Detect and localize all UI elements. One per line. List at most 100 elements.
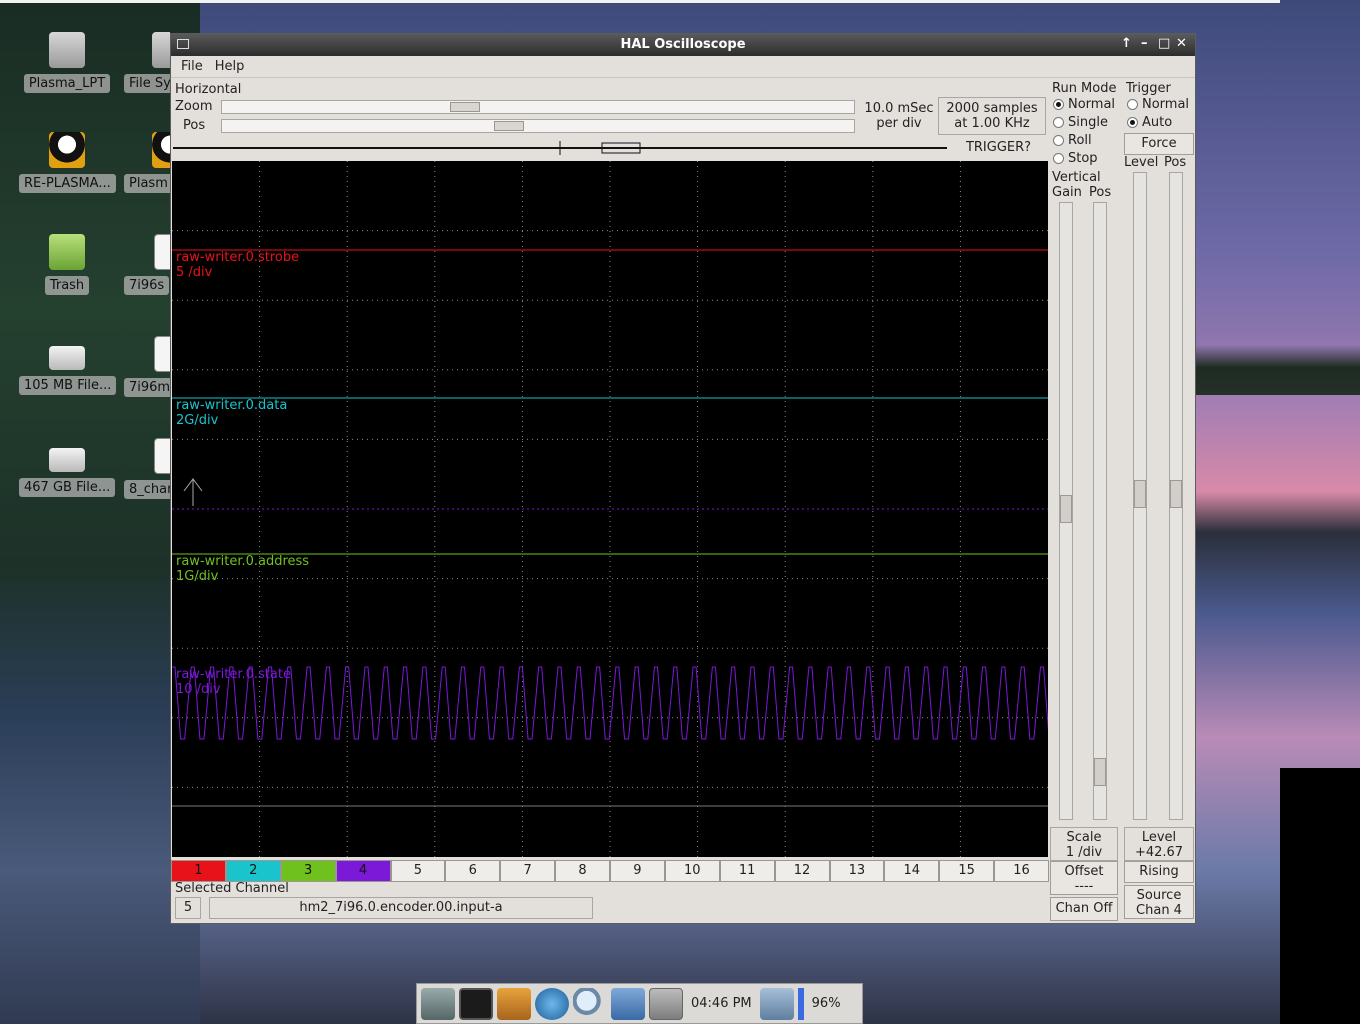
trigger-pos-slider[interactable] bbox=[1169, 172, 1183, 820]
channel-button-6[interactable]: 6 bbox=[445, 860, 501, 882]
radio-dot-icon bbox=[1053, 153, 1064, 164]
vertical-offset-button[interactable]: Offset ---- bbox=[1050, 861, 1118, 895]
scope-display[interactable]: raw-writer.0.strobe 5 /div raw-writer.0.… bbox=[172, 161, 1048, 857]
channel-button-1[interactable]: 1 bbox=[171, 860, 226, 882]
chan-off-button[interactable]: Chan Off bbox=[1050, 897, 1118, 921]
radio-dot-icon bbox=[1053, 99, 1064, 110]
desktop-icon-label: Plasma_LPT bbox=[23, 74, 111, 93]
channel-button-10[interactable]: 10 bbox=[664, 860, 720, 882]
trace-name: raw-writer.0.data bbox=[176, 398, 288, 413]
vertical-pos-slider[interactable] bbox=[1093, 202, 1107, 820]
desktop-icon-plasma-lpt[interactable]: Plasma_LPT bbox=[19, 32, 115, 93]
sample-info: 2000 samples at 1.00 KHz bbox=[938, 97, 1046, 135]
trigger-level-slider[interactable] bbox=[1133, 172, 1147, 820]
trigger-status: TRIGGER? bbox=[965, 140, 1032, 155]
terminal-icon[interactable] bbox=[459, 987, 493, 1020]
power-plug-icon[interactable] bbox=[759, 987, 794, 1020]
channel-button-5[interactable]: 5 bbox=[390, 860, 446, 882]
desktop-icon-label: Plasm bbox=[124, 174, 170, 193]
trigger-level-thumb[interactable] bbox=[1134, 480, 1146, 508]
run-mode-roll-radio[interactable]: Roll bbox=[1053, 133, 1092, 148]
trace-scale: 5 /div bbox=[176, 265, 213, 280]
selected-channel-pin[interactable]: hm2_7i96.0.encoder.00.input-a bbox=[209, 897, 593, 919]
desktop-icon-467gb-volume[interactable]: 467 GB File... bbox=[19, 438, 116, 497]
folder-shortcut-icon bbox=[49, 32, 85, 68]
trace-name: raw-writer.0.state bbox=[176, 667, 291, 682]
channel-button-11[interactable]: 11 bbox=[719, 860, 775, 882]
position-slider[interactable] bbox=[221, 119, 855, 133]
search-icon[interactable] bbox=[573, 987, 607, 1020]
radio-label: Normal bbox=[1068, 97, 1116, 112]
channel-button-12[interactable]: 12 bbox=[774, 860, 830, 882]
desktop-icon-7i96s[interactable]: 7i96s bbox=[124, 234, 170, 295]
channel-button-2[interactable]: 2 bbox=[225, 860, 281, 882]
vertical-pos-thumb[interactable] bbox=[1094, 758, 1106, 786]
channel-button-13[interactable]: 13 bbox=[829, 860, 885, 882]
scope-app-icon[interactable] bbox=[649, 987, 683, 1020]
trigger-level-value: +42.67 bbox=[1134, 845, 1184, 860]
folder-icon[interactable] bbox=[611, 987, 645, 1020]
shade-icon[interactable]: ↑ bbox=[1121, 36, 1132, 51]
trace-label-state: raw-writer.0.state 10 /div bbox=[176, 667, 291, 697]
window-titlebar[interactable]: HAL Oscilloscope ↑ – □ ✕ bbox=[171, 34, 1195, 56]
desktop-icon-re-plasma[interactable]: RE-PLASMA... bbox=[19, 132, 116, 193]
maximize-icon[interactable]: □ bbox=[1158, 36, 1170, 51]
minimize-icon[interactable]: – bbox=[1141, 36, 1148, 51]
desktop-icon-7i96m[interactable]: 7i96m bbox=[124, 336, 170, 397]
desktop-icon-label: 7i96s bbox=[124, 276, 170, 295]
trigger-edge-button[interactable]: Rising bbox=[1124, 861, 1194, 883]
record-position-bar[interactable] bbox=[173, 139, 949, 155]
document-icon bbox=[154, 336, 170, 372]
horizontal-frame-label: Horizontal bbox=[175, 82, 242, 97]
trigger-source-button[interactable]: Source Chan 4 bbox=[1124, 885, 1194, 919]
zoom-slider-thumb[interactable] bbox=[449, 102, 480, 112]
run-mode-stop-radio[interactable]: Stop bbox=[1053, 151, 1098, 166]
run-mode-normal-radio[interactable]: Normal bbox=[1053, 97, 1115, 112]
channel-button-16[interactable]: 16 bbox=[994, 860, 1049, 882]
desktop-icon-8-char[interactable]: 8_char bbox=[124, 438, 170, 499]
desktop-icon-label: RE-PLASMA... bbox=[19, 174, 116, 193]
channel-button-3[interactable]: 3 bbox=[280, 860, 336, 882]
tux-penguin-icon bbox=[152, 132, 170, 168]
desktop-wallpaper-treeline bbox=[1196, 345, 1360, 395]
position-slider-thumb[interactable] bbox=[493, 121, 524, 131]
menu-file[interactable]: File bbox=[177, 59, 207, 74]
channel-button-7[interactable]: 7 bbox=[500, 860, 556, 882]
globe-icon[interactable] bbox=[535, 987, 569, 1020]
channel-button-4[interactable]: 4 bbox=[335, 860, 391, 882]
radio-dot-icon bbox=[1053, 117, 1064, 128]
vertical-gain-thumb[interactable] bbox=[1060, 495, 1072, 523]
channel-button-14[interactable]: 14 bbox=[884, 860, 940, 882]
zoom-slider[interactable] bbox=[221, 100, 855, 114]
desktop-icon-label: Trash bbox=[44, 276, 90, 295]
file-cabinet-icon[interactable] bbox=[497, 987, 531, 1020]
desktop-icon-trash[interactable]: Trash bbox=[19, 234, 115, 295]
channel-button-9[interactable]: 9 bbox=[610, 860, 665, 882]
trace-label-address: raw-writer.0.address 1G/div bbox=[176, 554, 309, 584]
desktop-icon-plasma[interactable]: Plasm bbox=[124, 132, 170, 193]
radio-dot-icon bbox=[1127, 99, 1138, 110]
trigger-marker-arrow bbox=[183, 478, 203, 506]
trigger-auto-radio[interactable]: Auto bbox=[1127, 115, 1172, 130]
trigger-source-value: Chan 4 bbox=[1136, 903, 1182, 918]
run-mode-single-radio[interactable]: Single bbox=[1053, 115, 1108, 130]
menu-help[interactable]: Help bbox=[211, 59, 249, 74]
close-icon[interactable]: ✕ bbox=[1176, 36, 1187, 51]
document-icon bbox=[154, 438, 170, 474]
trigger-pos-thumb[interactable] bbox=[1170, 480, 1182, 508]
desktop-icon-105mb-volume[interactable]: 105 MB File... bbox=[19, 336, 117, 395]
clock[interactable]: 04:46 PM bbox=[687, 996, 756, 1011]
trash-icon bbox=[49, 234, 85, 270]
channel-button-8[interactable]: 8 bbox=[555, 860, 610, 882]
machine-icon[interactable] bbox=[421, 987, 455, 1020]
vertical-gain-slider[interactable] bbox=[1059, 202, 1073, 820]
vertical-gain-column-label: Gain bbox=[1052, 185, 1082, 200]
selected-channel-number: 5 bbox=[175, 897, 201, 919]
trigger-frame-label: Trigger bbox=[1126, 81, 1171, 96]
force-trigger-button[interactable]: Force bbox=[1124, 133, 1194, 155]
channel-button-15[interactable]: 15 bbox=[939, 860, 995, 882]
drive-icon bbox=[49, 346, 85, 370]
trigger-normal-radio[interactable]: Normal bbox=[1127, 97, 1189, 112]
desktop-icon-label: 467 GB File... bbox=[19, 478, 116, 497]
desktop-icon-file-system[interactable]: File Sy bbox=[124, 32, 170, 93]
